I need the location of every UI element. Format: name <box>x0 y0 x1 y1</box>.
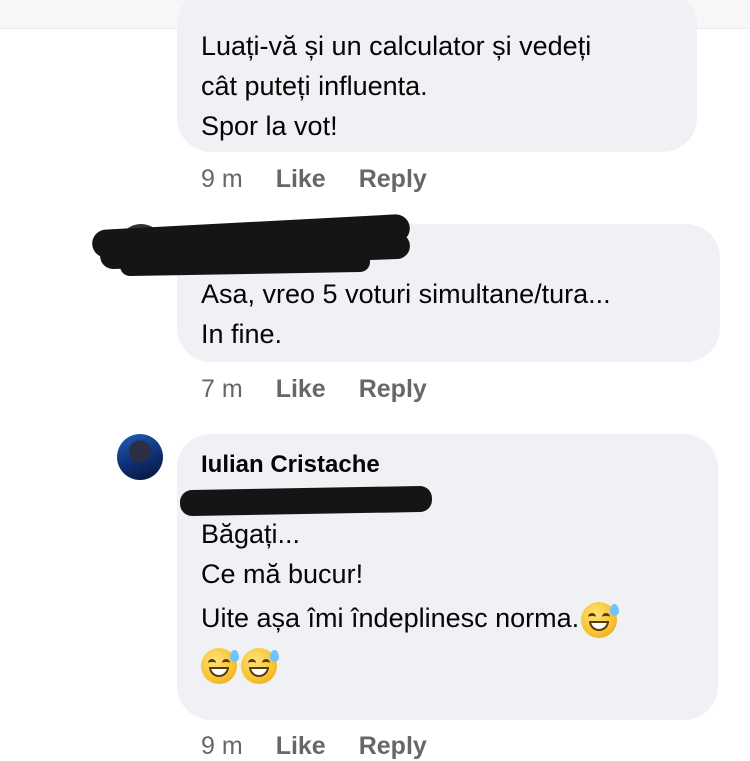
comment-text: cât puteți influenta. <box>201 71 428 101</box>
comment-text: In fine. <box>201 319 283 349</box>
comment-text: Băgați... <box>201 519 301 549</box>
reply-button[interactable]: Reply <box>359 375 427 403</box>
comment-timestamp: 9 m <box>201 165 243 193</box>
comment-text: Uite așa îmi îndeplinesc norma. <box>201 603 580 633</box>
like-button[interactable]: Like <box>276 732 326 760</box>
emoji-row <box>201 644 694 684</box>
grinning-face-with-sweat-icon <box>241 647 279 684</box>
comment-text: Ce mă bucur! <box>201 559 364 589</box>
comment-meta: 9 m Like Reply <box>201 732 427 761</box>
grinning-face-with-sweat-icon <box>201 647 239 684</box>
avatar[interactable] <box>117 434 163 480</box>
comment-text: Luați-vă și un calculator și vedeți <box>201 31 592 61</box>
reply-button[interactable]: Reply <box>359 732 427 760</box>
comment-bubble: Luați-vă și un calculator și vedeți cât … <box>177 0 697 152</box>
like-button[interactable]: Like <box>276 165 326 193</box>
grinning-face-with-sweat-icon <box>581 601 620 638</box>
comment-meta: 9 m Like Reply <box>201 165 427 194</box>
like-button[interactable]: Like <box>276 375 326 403</box>
redaction-scribble <box>119 249 371 277</box>
comment-bubble: Iulian Cristache Băgați... Ce mă bucur! … <box>177 434 718 720</box>
comment-meta: 7 m Like Reply <box>201 375 427 404</box>
comment-timestamp: 7 m <box>201 375 243 403</box>
comment-text-row: Uite așa îmi îndeplinesc norma. <box>201 598 694 638</box>
comment-timestamp: 9 m <box>201 732 243 760</box>
reply-button[interactable]: Reply <box>359 165 427 193</box>
redaction-scribble <box>179 485 433 517</box>
comment-text: Asa, vreo 5 voturi simultane/tura... <box>201 279 611 309</box>
comment-author[interactable]: Iulian Cristache <box>201 450 694 480</box>
comment-text: Spor la vot! <box>201 111 338 141</box>
